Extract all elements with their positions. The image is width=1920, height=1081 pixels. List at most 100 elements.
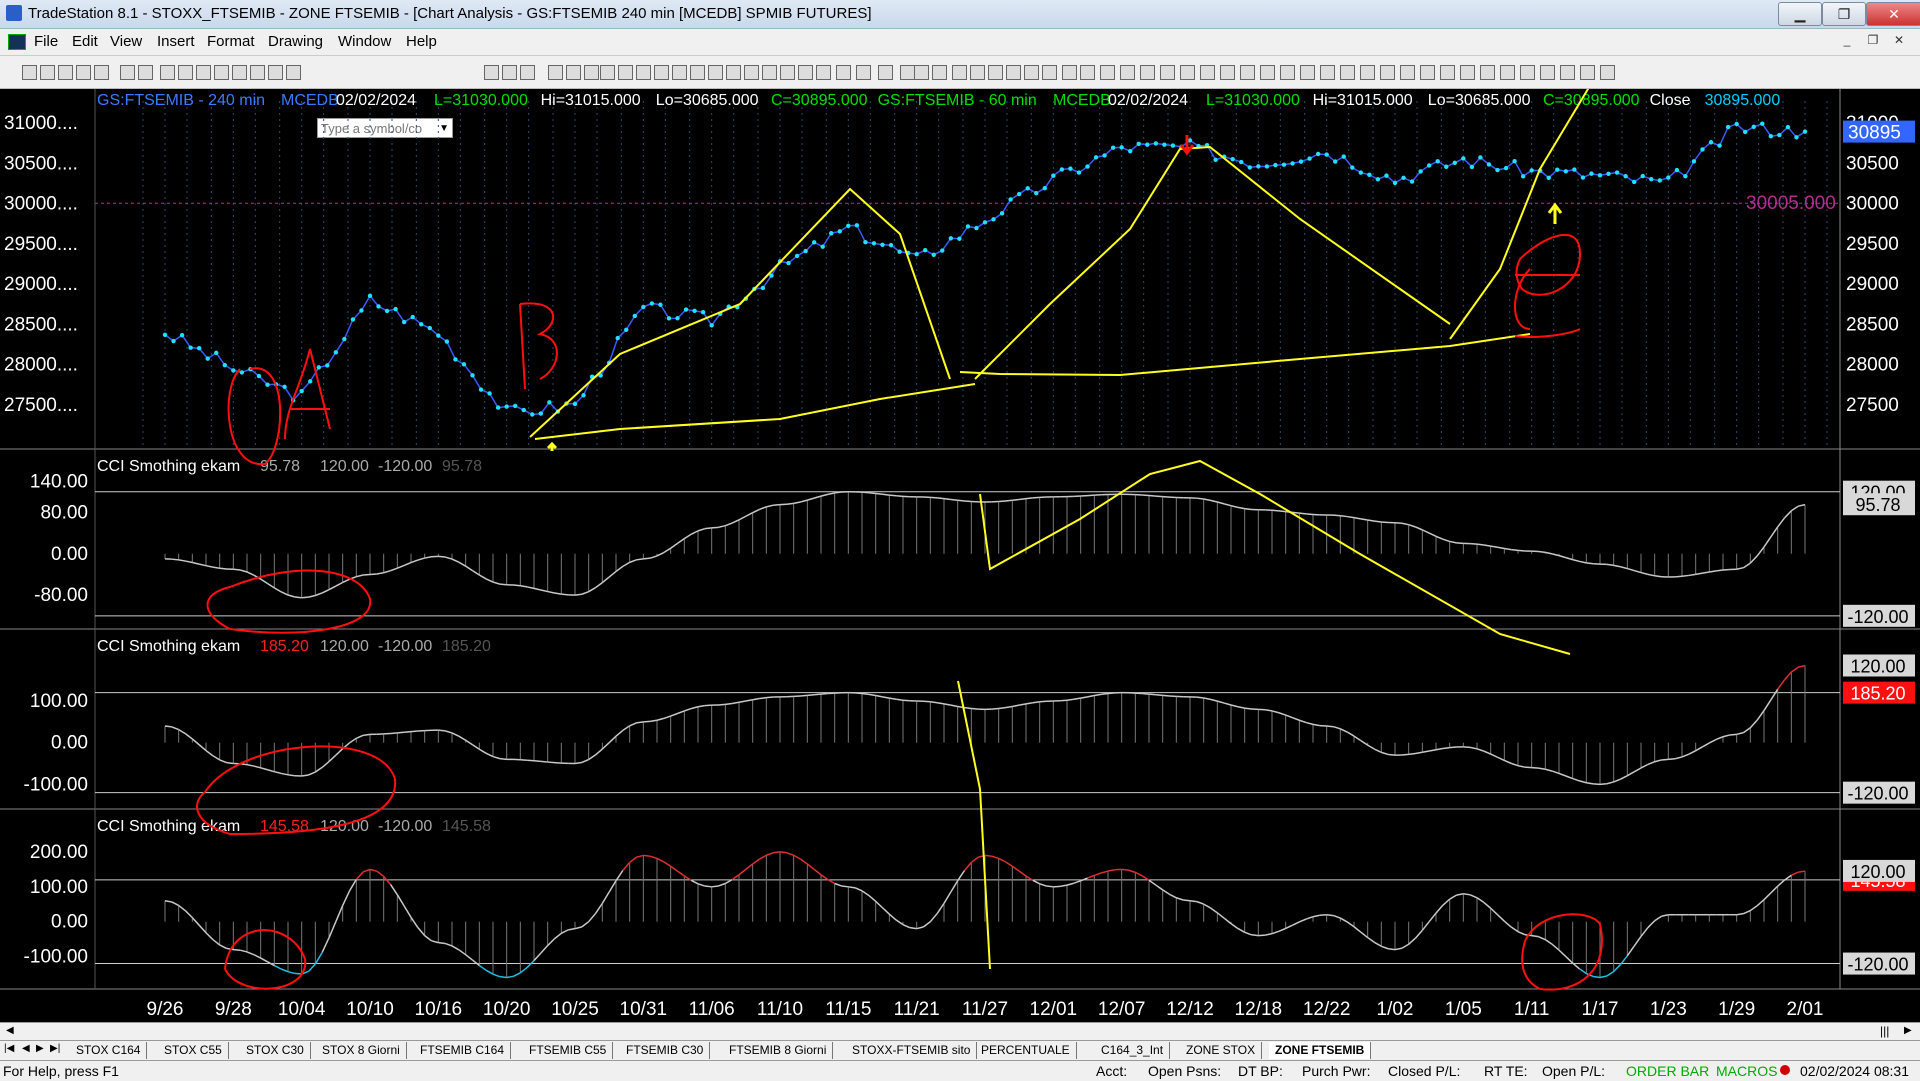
- tool-41-icon[interactable]: [970, 65, 985, 80]
- menu-insert[interactable]: Insert: [157, 33, 195, 50]
- tool-44-icon[interactable]: [1024, 65, 1039, 80]
- tool-54-icon[interactable]: [1220, 65, 1235, 80]
- menu-file[interactable]: File: [34, 33, 58, 50]
- tool-28-icon[interactable]: [726, 65, 741, 80]
- tab-c164-3-int[interactable]: C164_3_Int: [1095, 1042, 1170, 1059]
- tool-16-icon[interactable]: [502, 65, 517, 80]
- tool-40-icon[interactable]: [952, 65, 967, 80]
- tool-67-icon[interactable]: [1480, 65, 1495, 80]
- tool-73-icon[interactable]: [1600, 65, 1615, 80]
- tool-20-icon[interactable]: [584, 65, 599, 80]
- tool-64-icon[interactable]: [1420, 65, 1435, 80]
- scroll-right-icon[interactable]: ▶: [1904, 1025, 1912, 1036]
- layout-icon[interactable]: [484, 65, 499, 80]
- open-icon[interactable]: [40, 65, 55, 80]
- tool-38-icon[interactable]: [914, 65, 929, 80]
- tool-43-icon[interactable]: [1006, 65, 1021, 80]
- tab-first-icon[interactable]: |◀: [4, 1043, 14, 1054]
- data-icon[interactable]: [286, 65, 301, 80]
- menu-drawing[interactable]: Drawing: [268, 33, 323, 50]
- tool-27-icon[interactable]: [708, 65, 723, 80]
- scroll-left-icon[interactable]: ◀: [6, 1025, 14, 1036]
- tool-60-icon[interactable]: [1340, 65, 1355, 80]
- tool-70-icon[interactable]: [1540, 65, 1555, 80]
- bar-icon[interactable]: [268, 65, 283, 80]
- tool-47-icon[interactable]: [1080, 65, 1095, 80]
- tool-34-icon[interactable]: [836, 65, 851, 80]
- tool-31-icon[interactable]: [780, 65, 795, 80]
- undo-icon[interactable]: [160, 65, 175, 80]
- tool-25-icon[interactable]: [672, 65, 687, 80]
- tool-45-icon[interactable]: [1042, 65, 1057, 80]
- status-macros[interactable]: MACROS: [1716, 1063, 1777, 1079]
- horizontal-scrollbar[interactable]: ◀ ||| ▶: [0, 1022, 1920, 1041]
- tab-prev-icon[interactable]: ◀: [22, 1043, 30, 1054]
- chart-document-icon[interactable]: [8, 34, 26, 50]
- tool-62-icon[interactable]: [1380, 65, 1395, 80]
- tab-ftsemib-8-giorni[interactable]: FTSEMIB 8 Giorni: [723, 1042, 833, 1059]
- tool-65-icon[interactable]: [1440, 65, 1455, 80]
- menu-view[interactable]: View: [110, 33, 142, 50]
- tool-22-icon[interactable]: [618, 65, 633, 80]
- status-order-bar[interactable]: ORDER BAR: [1626, 1063, 1709, 1079]
- tool-61-icon[interactable]: [1360, 65, 1375, 80]
- tab-zone-stox[interactable]: ZONE STOX: [1180, 1042, 1262, 1059]
- new-icon[interactable]: [22, 65, 37, 80]
- tab-stox-c164[interactable]: STOX C164: [70, 1042, 147, 1059]
- tab-last-icon[interactable]: ▶|: [50, 1043, 60, 1054]
- tool-37-icon[interactable]: [900, 65, 915, 80]
- menu-format[interactable]: Format: [207, 33, 255, 50]
- tool-68-icon[interactable]: [1500, 65, 1515, 80]
- tool-24-icon[interactable]: [654, 65, 669, 80]
- tool-26-icon[interactable]: [690, 65, 705, 80]
- mdi-close-button[interactable]: ✕: [1888, 33, 1910, 51]
- tool-49-icon[interactable]: [1120, 65, 1135, 80]
- tool-17-icon[interactable]: [520, 65, 535, 80]
- lock-icon[interactable]: [196, 65, 211, 80]
- tool-58-icon[interactable]: [1300, 65, 1315, 80]
- tab-ftsemib-c55[interactable]: FTSEMIB C55: [523, 1042, 613, 1059]
- properties-icon[interactable]: [214, 65, 229, 80]
- tool-72-icon[interactable]: [1580, 65, 1595, 80]
- menu-window[interactable]: Window: [338, 33, 391, 50]
- scroll-grip-icon[interactable]: |||: [1880, 1024, 1889, 1038]
- tool-52-icon[interactable]: [1180, 65, 1195, 80]
- save-icon[interactable]: [58, 65, 73, 80]
- grid-icon[interactable]: [250, 65, 265, 80]
- tool-36-icon[interactable]: [878, 65, 893, 80]
- mdi-restore-button[interactable]: ❐: [1862, 33, 1884, 51]
- tool-48-icon[interactable]: [1100, 65, 1115, 80]
- tab-stox-c55[interactable]: STOX C55: [158, 1042, 229, 1059]
- close-button[interactable]: ✕: [1866, 2, 1920, 26]
- tool-23-icon[interactable]: [636, 65, 651, 80]
- tool-59-icon[interactable]: [1320, 65, 1335, 80]
- copy-icon[interactable]: [120, 65, 135, 80]
- maximize-button[interactable]: ❐: [1822, 2, 1866, 26]
- tab-next-icon[interactable]: ▶: [36, 1043, 44, 1054]
- tool-21-icon[interactable]: [600, 65, 615, 80]
- mdi-minimize-button[interactable]: _: [1836, 33, 1858, 51]
- tool-18-icon[interactable]: [548, 65, 563, 80]
- tool-42-icon[interactable]: [988, 65, 1003, 80]
- print-icon[interactable]: [76, 65, 91, 80]
- tool-33-icon[interactable]: [816, 65, 831, 80]
- tab-ftsemib-c30[interactable]: FTSEMIB C30: [620, 1042, 710, 1059]
- tool-51-icon[interactable]: [1160, 65, 1175, 80]
- tool-56-icon[interactable]: [1260, 65, 1275, 80]
- tool-66-icon[interactable]: [1460, 65, 1475, 80]
- tool-32-icon[interactable]: [798, 65, 813, 80]
- menu-edit[interactable]: Edit: [72, 33, 98, 50]
- tab-stox-c30[interactable]: STOX C30: [240, 1042, 311, 1059]
- minimize-button[interactable]: ▁: [1778, 2, 1822, 26]
- tab-zone-ftsemib[interactable]: ZONE FTSEMIB: [1269, 1042, 1371, 1059]
- redo-icon[interactable]: [178, 65, 193, 80]
- tool-53-icon[interactable]: [1200, 65, 1215, 80]
- chart-analysis-window[interactable]: GS:FTSEMIB - 240 minMCEDB02/02/2024L=310…: [0, 89, 1920, 1022]
- paste-icon[interactable]: [138, 65, 153, 80]
- tab-ftsemib-c164[interactable]: FTSEMIB C164: [414, 1042, 511, 1059]
- tab-stoxx-ftsemib-sito[interactable]: STOXX-FTSEMIB sito: [846, 1042, 977, 1059]
- tool-29-icon[interactable]: [744, 65, 759, 80]
- tool-30-icon[interactable]: [762, 65, 777, 80]
- tool-39-icon[interactable]: [932, 65, 947, 80]
- tab-percentuale[interactable]: PERCENTUALE: [975, 1042, 1077, 1059]
